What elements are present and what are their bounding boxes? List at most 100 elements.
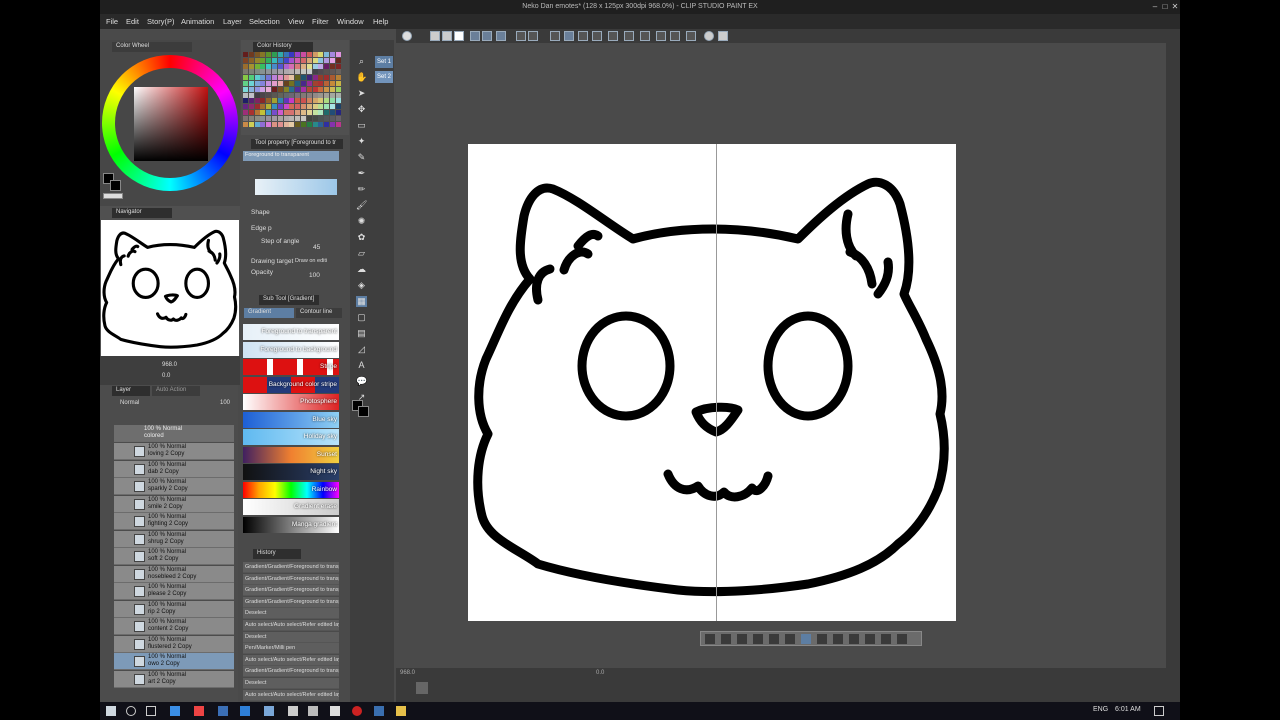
fill-icon[interactable] xyxy=(564,31,574,41)
color-history-swatch[interactable] xyxy=(324,110,330,115)
color-history-swatch[interactable] xyxy=(312,92,318,98)
color-history-swatch[interactable] xyxy=(289,75,295,81)
color-history-swatch[interactable] xyxy=(295,75,301,81)
clip-studio-taskbar-icon[interactable] xyxy=(288,706,298,716)
snap-icon[interactable] xyxy=(640,31,650,41)
color-history-swatch[interactable] xyxy=(272,98,277,104)
tray-language[interactable]: ENG xyxy=(1093,706,1108,713)
print-icon[interactable] xyxy=(482,31,492,41)
layer-row[interactable]: 100 % Normal nosebleed 2 Copy xyxy=(114,565,234,583)
color-history-swatch[interactable] xyxy=(306,98,312,104)
gradient-item[interactable]: Rainbow xyxy=(243,481,339,498)
color-history-swatch[interactable] xyxy=(335,63,341,69)
color-history-swatch[interactable] xyxy=(330,63,335,69)
color-history-swatch[interactable] xyxy=(318,98,324,104)
color-history-swatch[interactable] xyxy=(248,69,254,75)
color-history-swatch[interactable] xyxy=(266,63,272,69)
gradient-item[interactable]: Background color stripe xyxy=(243,376,339,393)
color-history-swatch[interactable] xyxy=(301,75,306,81)
app-icon[interactable] xyxy=(264,706,274,716)
color-history-swatch[interactable] xyxy=(324,92,330,98)
layer-row[interactable]: 100 % Normal owo 2 Copy xyxy=(114,653,234,670)
maximize-icon[interactable]: □ xyxy=(1160,2,1170,12)
color-history-swatch[interactable] xyxy=(260,104,266,110)
color-history-swatch[interactable] xyxy=(312,98,318,104)
color-history-swatch[interactable] xyxy=(295,104,301,110)
color-history-swatch[interactable] xyxy=(295,81,301,86)
launcher-shrink-icon[interactable] xyxy=(785,634,795,644)
color-history-swatch[interactable] xyxy=(272,115,277,121)
color-history-swatch[interactable] xyxy=(260,75,266,81)
redo-icon[interactable] xyxy=(528,31,538,41)
history-item[interactable]: Auto select/Auto select/Refer edited lay… xyxy=(243,620,339,631)
color-history-swatch[interactable] xyxy=(330,57,335,63)
layer-tab[interactable]: Layer xyxy=(112,386,150,396)
paint-icon[interactable] xyxy=(330,706,340,716)
eraser-icon[interactable]: ▱ xyxy=(356,248,367,259)
color-history-swatch[interactable] xyxy=(260,92,266,98)
color-history-swatch[interactable] xyxy=(254,57,260,63)
color-history-swatch[interactable] xyxy=(312,86,318,92)
color-history-swatch[interactable] xyxy=(260,110,266,115)
color-history-swatch[interactable] xyxy=(243,52,248,57)
color-history-swatch[interactable] xyxy=(272,86,277,92)
color-history-swatch[interactable] xyxy=(248,121,254,127)
color-history-swatch[interactable] xyxy=(283,63,289,69)
color-history-swatch[interactable] xyxy=(248,110,254,115)
color-history-swatch[interactable] xyxy=(266,81,272,86)
status-zoom-value[interactable]: 968.0 xyxy=(400,670,415,676)
color-history-swatch[interactable] xyxy=(335,81,341,86)
history-item[interactable]: Pen/Marker/Milli pen xyxy=(243,643,339,655)
color-history-swatch[interactable] xyxy=(254,69,260,75)
gradient-item[interactable]: Foreground to transparent xyxy=(243,324,339,340)
launcher-invert-icon[interactable] xyxy=(753,634,763,644)
color-history-swatch[interactable] xyxy=(248,63,254,69)
layer-row[interactable]: 100 % Normal content 2 Copy xyxy=(114,618,234,635)
color-history-swatch[interactable] xyxy=(301,69,306,75)
color-history-swatch[interactable] xyxy=(289,104,295,110)
launcher-grip-icon[interactable] xyxy=(705,634,715,644)
launcher-expand-icon[interactable] xyxy=(769,634,779,644)
color-history-swatch[interactable] xyxy=(335,110,341,115)
auto-select-icon[interactable]: ✦ xyxy=(356,136,367,147)
photoshop-icon[interactable] xyxy=(218,706,228,716)
color-history-swatch[interactable] xyxy=(324,52,330,57)
color-history-swatch[interactable] xyxy=(266,57,272,63)
color-history-swatch[interactable] xyxy=(272,92,277,98)
color-history-swatch[interactable] xyxy=(272,75,277,81)
color-history-swatch[interactable] xyxy=(277,121,283,127)
task-view-icon[interactable] xyxy=(146,706,156,716)
layer-folder-colored[interactable]: 100 % Normal colored xyxy=(114,425,234,442)
minimize-icon[interactable]: – xyxy=(1150,2,1160,12)
transparent-color-swatch[interactable] xyxy=(103,193,123,199)
text-icon[interactable]: A xyxy=(356,360,367,371)
color-history-swatch[interactable] xyxy=(330,104,335,110)
move-layer-icon[interactable]: ✥ xyxy=(356,104,367,115)
color-history-swatch[interactable] xyxy=(289,86,295,92)
color-history-swatch[interactable] xyxy=(335,92,341,98)
color-history-swatch[interactable] xyxy=(330,86,335,92)
color-history-swatch[interactable] xyxy=(283,86,289,92)
color-history-swatch[interactable] xyxy=(318,110,324,115)
color-history-swatch[interactable] xyxy=(272,57,277,63)
color-history-swatch[interactable] xyxy=(254,92,260,98)
color-history-swatch[interactable] xyxy=(335,121,341,127)
color-history-swatch[interactable] xyxy=(243,81,248,86)
selection-icon[interactable]: ▭ xyxy=(356,120,367,131)
gradient-item[interactable]: Night sky xyxy=(243,464,339,480)
sub-tool-tab[interactable]: Sub Tool [Gradient] xyxy=(259,295,319,305)
color-history-swatch[interactable] xyxy=(295,110,301,115)
notification-icon[interactable] xyxy=(1154,706,1164,716)
color-history-swatch[interactable] xyxy=(260,81,266,86)
menu-edit[interactable]: Edit xyxy=(126,17,139,26)
guide-icon[interactable] xyxy=(686,31,696,41)
color-history-swatch[interactable] xyxy=(301,115,306,121)
launcher-copy-icon[interactable] xyxy=(817,634,827,644)
color-history-swatch[interactable] xyxy=(330,69,335,75)
color-history-swatch[interactable] xyxy=(312,81,318,86)
edge-icon[interactable] xyxy=(170,706,180,716)
color-history-swatch[interactable] xyxy=(295,121,301,127)
gradient-icon[interactable]: ▦ xyxy=(356,296,367,307)
color-history-swatch[interactable] xyxy=(260,52,266,57)
color-history-swatch[interactable] xyxy=(301,121,306,127)
